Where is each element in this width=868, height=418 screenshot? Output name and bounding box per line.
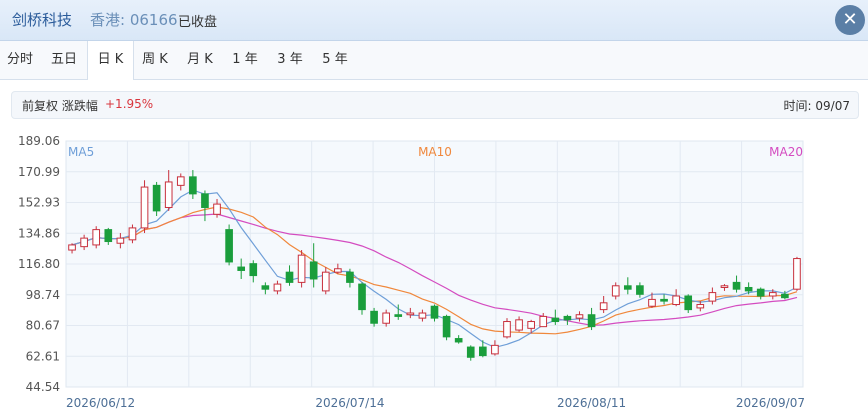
candle-body	[430, 305, 439, 319]
adjust-label: 前复权 涨跌幅	[22, 99, 98, 113]
candle-body	[321, 271, 330, 292]
candle-body	[491, 344, 499, 355]
x-tick-label: 2026/09/07	[736, 396, 805, 410]
tab-daily-k[interactable]: 日 K	[87, 41, 134, 80]
candle-body	[515, 319, 523, 331]
y-tick-label: 189.06	[18, 134, 60, 148]
candle-body	[213, 203, 221, 215]
legend-ma10: MA10	[418, 145, 452, 159]
candle-body	[382, 312, 390, 324]
candle-body	[334, 268, 342, 273]
candle-body	[503, 321, 511, 338]
candle-body	[128, 227, 137, 241]
candle-body	[189, 176, 197, 195]
candle-body	[297, 254, 306, 283]
candle-body	[346, 271, 354, 283]
candle-body	[479, 346, 487, 357]
close-icon: ✕	[842, 9, 858, 30]
change-percent: +1.95%	[105, 97, 154, 111]
window-header: 剑桥科技 香港: 06166 已收盘 ✕	[0, 0, 868, 41]
candle-body	[648, 298, 656, 307]
tab-weekly-k[interactable]: 周 K	[133, 41, 177, 79]
candle-body	[116, 237, 125, 244]
candle-body	[104, 229, 113, 243]
candle-body	[225, 229, 233, 263]
kline-chart[interactable]: 189.06 170.99 152.93 134.86 116.80 98.74 80.67…	[0, 126, 868, 414]
candle-body	[285, 271, 294, 283]
y-tick-label: 44.54	[26, 380, 60, 394]
period-tabs: 分时 五日 日 K 周 K 月 K 1 年 3 年 5 年	[0, 41, 868, 80]
candle-body	[720, 285, 729, 288]
stock-name: 剑桥科技	[12, 11, 73, 29]
candle-body	[80, 237, 88, 248]
y-tick-label: 62.61	[26, 349, 60, 363]
close-button[interactable]: ✕	[835, 5, 865, 35]
candle-body	[406, 312, 415, 316]
info-bar: 前复权 涨跌幅 +1.95% 时间: 09/07	[11, 91, 859, 119]
candle-body	[708, 292, 717, 302]
candle-body	[92, 229, 101, 246]
candle-body	[563, 315, 572, 321]
candle-body	[237, 266, 246, 271]
y-tick-label: 152.93	[18, 196, 60, 210]
candle-body	[358, 283, 366, 311]
stock-code: 香港: 06166	[90, 11, 178, 29]
tab-five-year[interactable]: 5 年	[313, 41, 357, 79]
candle-body	[599, 302, 608, 311]
x-tick-label: 2026/07/14	[315, 396, 384, 410]
y-tick-label: 116.80	[18, 257, 60, 271]
y-tick-label: 134.86	[18, 226, 60, 240]
candle-body	[660, 298, 668, 302]
time-label: 时间: 09/07	[783, 99, 850, 113]
candle-body	[466, 346, 475, 358]
candle-body	[176, 176, 185, 186]
candle-body	[732, 281, 741, 290]
candle-body	[684, 295, 693, 311]
candle-body	[539, 315, 548, 328]
candle-body	[261, 285, 270, 290]
x-tick-label: 2026/06/12	[66, 396, 135, 410]
tab-intraday[interactable]: 分时	[0, 41, 40, 79]
candle-body	[611, 285, 620, 297]
candle-body	[672, 295, 680, 306]
tab-five-day[interactable]: 五日	[42, 41, 86, 79]
candle-body	[418, 312, 427, 319]
candle-body	[152, 184, 161, 212]
candle-body	[309, 261, 318, 280]
legend-ma20: MA20	[769, 145, 803, 159]
candle-body	[442, 315, 451, 338]
candle-body	[696, 304, 705, 309]
market-status: 已收盘	[178, 15, 218, 30]
y-tick-label: 98.74	[26, 288, 60, 302]
candle-body	[756, 288, 765, 297]
tab-one-year[interactable]: 1 年	[223, 41, 267, 79]
x-tick-label: 2026/08/11	[557, 396, 626, 410]
candle-body	[370, 310, 378, 324]
candle-body	[793, 258, 801, 290]
tab-three-year[interactable]: 3 年	[268, 41, 312, 79]
candle-body	[164, 181, 173, 208]
candle-body	[68, 244, 76, 251]
candle-body	[249, 263, 258, 277]
y-tick-label: 170.99	[18, 165, 60, 179]
candle-body	[587, 314, 596, 328]
candle-body	[273, 283, 282, 292]
candle-body	[636, 285, 644, 295]
candle-body	[551, 317, 560, 323]
legend-ma5: MA5	[68, 145, 94, 159]
y-tick-label: 80.67	[26, 319, 60, 333]
kline-chart-svg: 189.06 170.99 152.93 134.86 116.80 98.74 80.67…	[18, 134, 805, 410]
candle-body	[781, 293, 789, 299]
candle-body	[527, 321, 535, 329]
candle-body	[575, 314, 584, 319]
candle-body	[454, 338, 463, 343]
candle-body	[201, 193, 209, 208]
candle-body	[623, 285, 632, 290]
candle-body	[140, 186, 149, 229]
candle-body	[744, 286, 753, 292]
tab-monthly-k[interactable]: 月 K	[178, 41, 222, 79]
candle-body	[394, 314, 403, 317]
candle-body	[768, 292, 777, 297]
